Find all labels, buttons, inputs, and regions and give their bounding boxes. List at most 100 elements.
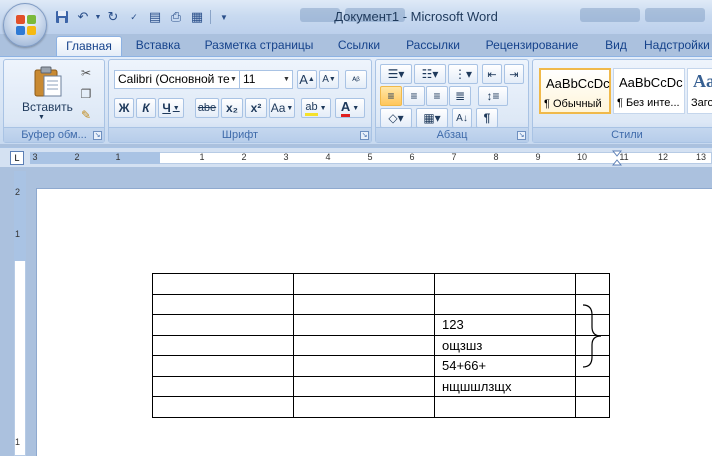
align-right-icon[interactable]: ≡ bbox=[426, 86, 448, 106]
tab-review[interactable]: Рецензирование bbox=[476, 36, 588, 56]
decrease-indent-icon[interactable]: ⇤ bbox=[482, 64, 502, 84]
font-size-combo[interactable]: 11 ▼ bbox=[239, 70, 293, 89]
ruler-number: 1 bbox=[15, 437, 21, 447]
table-row: ощзшз bbox=[152, 334, 610, 356]
table-cell[interactable] bbox=[293, 375, 435, 397]
paragraph-group: ☰▾ ☷▾ ⋮▾ ⇤ ⇥ ≡ ≡ ≡ ≣ ↕≡ ◇▾ ▦▾ A↓ ¶ Абзац… bbox=[375, 59, 529, 143]
ruler-number: 2 bbox=[15, 187, 21, 197]
table-cell[interactable] bbox=[152, 334, 294, 356]
change-case-button[interactable]: Aa ▼ bbox=[269, 98, 295, 118]
tab-view[interactable]: Вид bbox=[596, 36, 636, 56]
bold-button[interactable]: Ж bbox=[114, 98, 134, 118]
chevron-down-icon: ▼ bbox=[172, 104, 180, 112]
tab-references[interactable]: Ссылки bbox=[330, 36, 388, 56]
strikethrough-button[interactable]: abe bbox=[195, 98, 219, 118]
tab-home[interactable]: Главная bbox=[56, 36, 122, 56]
paste-button[interactable]: Вставить ▼ bbox=[10, 62, 73, 122]
font-name-value: Calibri (Основной те bbox=[118, 72, 230, 86]
superscript-button[interactable]: x² bbox=[245, 98, 267, 118]
ruler-number: 8 bbox=[493, 152, 499, 162]
table-cell[interactable] bbox=[293, 355, 435, 377]
office-button[interactable] bbox=[3, 3, 47, 47]
paragraph-launcher-icon[interactable]: ↘ bbox=[517, 131, 526, 140]
table-cell[interactable]: нщшшлзщх bbox=[434, 375, 576, 397]
window-title: Документ1 - Microsoft Word bbox=[334, 9, 498, 24]
borders-icon[interactable]: ▦▾ bbox=[416, 108, 448, 128]
font-color-button[interactable]: A ▼ bbox=[335, 98, 365, 118]
tab-insert[interactable]: Вставка bbox=[126, 36, 190, 56]
style-normal[interactable]: AaBbCcDc ¶ Обычный bbox=[539, 68, 611, 114]
horizontal-ruler[interactable]: L 3 2 1 1 2 3 4 5 6 7 8 9 10 11 12 13 bbox=[0, 147, 712, 167]
vertical-ruler[interactable]: 2 1 1 bbox=[0, 167, 34, 456]
table-cell[interactable]: ощзшз bbox=[434, 334, 576, 356]
paste-icon bbox=[34, 66, 62, 97]
grow-font-button[interactable]: A ▲ bbox=[297, 70, 317, 89]
table-cell[interactable]: 54+66+ bbox=[434, 355, 576, 377]
font-name-combo[interactable]: Calibri (Основной те ▼ bbox=[114, 70, 240, 89]
highlight-button[interactable]: ab ▼ bbox=[301, 98, 331, 118]
font-group-label: Шрифт bbox=[109, 127, 371, 142]
document-table[interactable]: 123 ощзшз 54+66+ нщшшлзщх bbox=[152, 273, 610, 418]
sort-icon[interactable]: A↓ bbox=[452, 108, 472, 128]
ruler-number: 4 bbox=[325, 152, 331, 162]
style-no-spacing[interactable]: AaBbCcDc ¶ Без инте... bbox=[613, 68, 685, 114]
cut-icon[interactable]: ✂ bbox=[76, 64, 96, 82]
curly-brace-shape[interactable] bbox=[580, 303, 610, 369]
ruler-number: 9 bbox=[535, 152, 541, 162]
table-cell[interactable] bbox=[293, 396, 435, 418]
copy-icon[interactable]: ❐ bbox=[76, 85, 96, 103]
ruler-number: 12 bbox=[657, 152, 668, 162]
table-cell[interactable] bbox=[434, 293, 576, 315]
ruler-number: 3 bbox=[32, 152, 38, 162]
table-cell[interactable] bbox=[152, 273, 294, 295]
underline-button[interactable]: Ч ▼ bbox=[158, 98, 184, 118]
italic-button[interactable]: К bbox=[136, 98, 156, 118]
style-heading[interactable]: AaB Заго bbox=[687, 68, 712, 114]
align-left-icon[interactable]: ≡ bbox=[380, 86, 402, 106]
numbering-icon[interactable]: ☷▾ bbox=[414, 64, 446, 84]
tab-addins[interactable]: Надстройки bbox=[644, 36, 712, 56]
tab-mailings[interactable]: Рассылки bbox=[398, 36, 468, 56]
table-cell[interactable] bbox=[575, 273, 610, 295]
table-cell[interactable] bbox=[293, 334, 435, 356]
table-cell[interactable] bbox=[293, 273, 435, 295]
subscript-button[interactable]: x₂ bbox=[221, 98, 243, 118]
indent-marker-icon[interactable] bbox=[611, 150, 623, 166]
line-spacing-icon[interactable]: ↕≡ bbox=[478, 86, 508, 106]
table-cell[interactable] bbox=[434, 273, 576, 295]
paste-dropdown-icon: ▼ bbox=[38, 114, 45, 121]
table-cell[interactable] bbox=[152, 396, 294, 418]
table-cell[interactable] bbox=[434, 396, 576, 418]
multilevel-list-icon[interactable]: ⋮▾ bbox=[448, 64, 478, 84]
justify-icon[interactable]: ≣ bbox=[449, 86, 471, 106]
style-sample: AaB bbox=[693, 71, 712, 91]
show-formatting-marks-button[interactable]: ¶ bbox=[476, 108, 498, 128]
shrink-font-button[interactable]: A ▼ bbox=[319, 70, 339, 89]
ribbon-tabs: Главная Вставка Разметка страницы Ссылки… bbox=[0, 34, 712, 56]
chevron-down-icon: ▼ bbox=[352, 104, 360, 112]
table-cell[interactable] bbox=[152, 355, 294, 377]
tab-page-layout[interactable]: Разметка страницы bbox=[196, 36, 322, 56]
table-cell[interactable] bbox=[152, 314, 294, 336]
ruler-number: 2 bbox=[74, 152, 80, 162]
table-row bbox=[152, 396, 610, 418]
table-cell[interactable] bbox=[293, 314, 435, 336]
ruler-number: 6 bbox=[409, 152, 415, 162]
chevron-down-icon: ▼ bbox=[319, 104, 327, 112]
table-cell[interactable] bbox=[575, 396, 610, 418]
table-cell[interactable] bbox=[575, 375, 610, 397]
ruler-number: 10 bbox=[576, 152, 587, 162]
shading-icon[interactable]: ◇▾ bbox=[380, 108, 412, 128]
increase-indent-icon[interactable]: ⇥ bbox=[504, 64, 524, 84]
align-center-icon[interactable]: ≡ bbox=[403, 86, 425, 106]
tab-selector-icon[interactable]: L bbox=[10, 151, 24, 165]
font-launcher-icon[interactable]: ↘ bbox=[360, 131, 369, 140]
table-cell[interactable] bbox=[293, 293, 435, 315]
table-cell[interactable] bbox=[152, 293, 294, 315]
table-cell[interactable] bbox=[152, 375, 294, 397]
clear-formatting-icon[interactable]: ᴬᵝ bbox=[345, 70, 367, 89]
clipboard-launcher-icon[interactable]: ↘ bbox=[93, 131, 102, 140]
format-painter-icon[interactable]: ✎ bbox=[76, 106, 96, 124]
bullets-icon[interactable]: ☰▾ bbox=[380, 64, 412, 84]
table-cell[interactable]: 123 bbox=[434, 314, 576, 336]
